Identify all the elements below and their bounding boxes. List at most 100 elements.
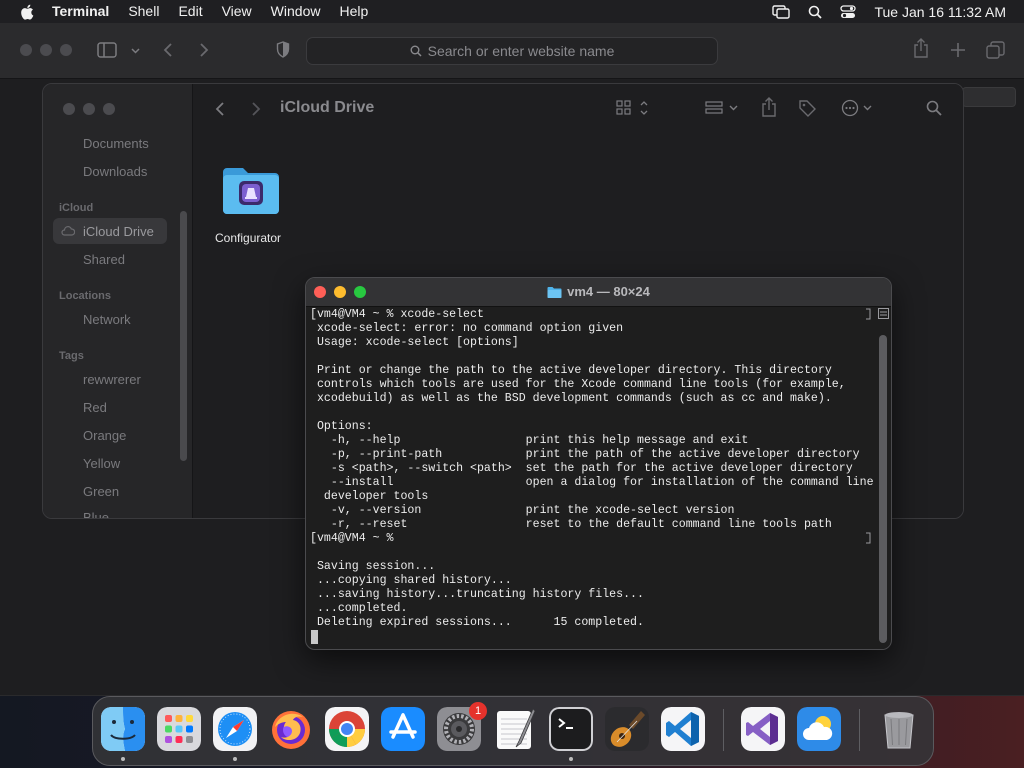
sidebar-toggle-icon[interactable]	[97, 42, 117, 58]
sidebar-item-network[interactable]: Network	[83, 312, 131, 327]
running-indicator	[569, 757, 573, 761]
more-actions-icon[interactable]	[841, 99, 875, 117]
finder-window-title: iCloud Drive	[280, 99, 375, 116]
dock-separator	[723, 709, 724, 751]
split-pane-icon[interactable]	[878, 308, 889, 319]
dock-app-vscode[interactable]	[661, 707, 705, 751]
tag-icon[interactable]	[798, 99, 817, 118]
folder-icon	[223, 168, 279, 214]
sidebar-tag-orange[interactable]: Orange	[83, 428, 126, 443]
visual-studio-icon	[741, 707, 785, 751]
tab-overview-icon[interactable]	[986, 41, 1005, 59]
address-bar[interactable]: Search or enter website name	[306, 37, 718, 65]
control-center-icon[interactable]	[840, 4, 857, 19]
menu-edit[interactable]: Edit	[178, 0, 202, 23]
privacy-shield-icon[interactable]	[276, 41, 290, 58]
dock-app-app-store[interactable]	[381, 707, 425, 751]
new-tab-icon[interactable]	[950, 42, 966, 58]
safari-zoom-button[interactable]	[60, 44, 72, 56]
finder-icon	[101, 707, 145, 751]
dock-app-chrome[interactable]	[325, 707, 369, 751]
finder-sidebar: Documents Downloads iCloud iCloud Drive …	[43, 84, 193, 518]
menu-shell[interactable]: Shell	[128, 0, 159, 23]
finder-zoom-button[interactable]	[103, 103, 115, 115]
prompt-mark-bracket	[866, 308, 871, 320]
menu-help[interactable]: Help	[339, 0, 368, 23]
dock-app-launchpad[interactable]	[157, 707, 201, 751]
view-as-icons-icon[interactable]	[616, 100, 650, 116]
finder-close-button[interactable]	[63, 103, 75, 115]
dock-app-garageband[interactable]	[605, 707, 649, 751]
terminal-output: [vm4@VM4 ~ % xcode-select xcode-select: …	[310, 308, 876, 630]
finder-share-icon[interactable]	[761, 97, 777, 117]
terminal-line: ...completed.	[310, 602, 408, 615]
terminal-line: [vm4@VM4 ~ % xcode-select	[310, 308, 484, 321]
terminal-scrollbar-thumb[interactable]	[879, 335, 887, 643]
sidebar-item-downloads[interactable]: Downloads	[83, 164, 147, 179]
launchpad-icon	[157, 707, 201, 751]
terminal-line: -r, --reset reset to the default command…	[310, 518, 832, 531]
dock-app-trash[interactable]	[877, 707, 921, 751]
menu-bar: Terminal Shell Edit View Window Help Tue…	[0, 0, 1024, 23]
forward-icon[interactable]	[199, 42, 209, 58]
search-icon	[410, 45, 422, 57]
terminal-line: -s <path>, --switch <path> set the path …	[310, 462, 853, 475]
share-icon[interactable]	[913, 38, 929, 58]
icloud-drive-icon	[61, 226, 75, 236]
menu-app-name[interactable]: Terminal	[52, 0, 109, 23]
home-folder-icon	[547, 287, 562, 298]
dock-app-finder[interactable]	[101, 707, 145, 751]
sidebar-tag-yellow[interactable]: Yellow	[83, 456, 120, 471]
spotlight-search-icon[interactable]	[808, 5, 823, 19]
firefox-icon	[272, 711, 310, 749]
sidebar-item-icloud-drive[interactable]: iCloud Drive	[83, 224, 154, 239]
dock-separator	[859, 709, 860, 751]
sidebar-scrollbar[interactable]	[180, 211, 187, 461]
terminal-icon	[549, 707, 593, 751]
back-icon[interactable]	[163, 42, 173, 58]
terminal-line: ...copying shared history...	[310, 574, 512, 587]
configurator-folder[interactable]	[221, 164, 285, 220]
menu-window[interactable]: Window	[271, 0, 321, 23]
dock-app-weather[interactable]	[797, 707, 841, 751]
chevron-down-icon[interactable]	[131, 48, 140, 54]
textedit-icon	[497, 708, 536, 749]
terminal-line: Print or change the path to the active d…	[310, 364, 832, 377]
group-by-icon[interactable]	[705, 100, 741, 116]
menu-view[interactable]: View	[222, 0, 252, 23]
sidebar-tag-green[interactable]: Green	[83, 484, 119, 499]
terminal-line: Deleting expired sessions... 15 complete…	[310, 616, 644, 629]
finder-forward-icon[interactable]	[251, 101, 261, 117]
dock-app-textedit[interactable]	[493, 707, 537, 751]
safari-minimize-button[interactable]	[40, 44, 52, 56]
sidebar-item-documents[interactable]: Documents	[83, 136, 149, 151]
sidebar-tag-blue[interactable]: Blue	[83, 510, 109, 518]
screen-mirroring-icon[interactable]	[772, 4, 791, 19]
terminal-line: ...saving history...truncating history f…	[310, 588, 644, 601]
address-bar-placeholder: Search or enter website name	[427, 43, 615, 59]
menu-bar-clock[interactable]: Tue Jan 16 11:32 AM	[874, 4, 1006, 20]
terminal-line: xcode-select: error: no command option g…	[310, 322, 624, 335]
running-indicator	[233, 757, 237, 761]
dock-app-terminal[interactable]	[549, 707, 593, 751]
apple-menu-icon[interactable]	[20, 4, 34, 20]
dock-app-firefox[interactable]	[269, 707, 313, 751]
sidebar-tag-red[interactable]: Red	[83, 400, 107, 415]
terminal-title-bar[interactable]: vm4 — 80×24	[306, 278, 891, 307]
dock-app-safari[interactable]	[213, 707, 257, 751]
terminal-content[interactable]: [vm4@VM4 ~ % xcode-select xcode-select: …	[306, 307, 891, 649]
sidebar-header-icloud: iCloud	[59, 202, 94, 214]
weather-icon	[797, 707, 841, 751]
finder-search-icon[interactable]	[926, 100, 942, 116]
finder-back-icon[interactable]	[215, 101, 225, 117]
dock-app-visual-studio[interactable]	[741, 707, 785, 751]
sidebar-header-locations: Locations	[59, 290, 111, 302]
sidebar-item-shared[interactable]: Shared	[83, 252, 125, 267]
sidebar-tag-rewwrerer[interactable]: rewwrerer	[83, 372, 141, 387]
garageband-icon	[605, 707, 649, 751]
finder-minimize-button[interactable]	[83, 103, 95, 115]
safari-close-button[interactable]	[20, 44, 32, 56]
dock: 1	[92, 696, 934, 766]
